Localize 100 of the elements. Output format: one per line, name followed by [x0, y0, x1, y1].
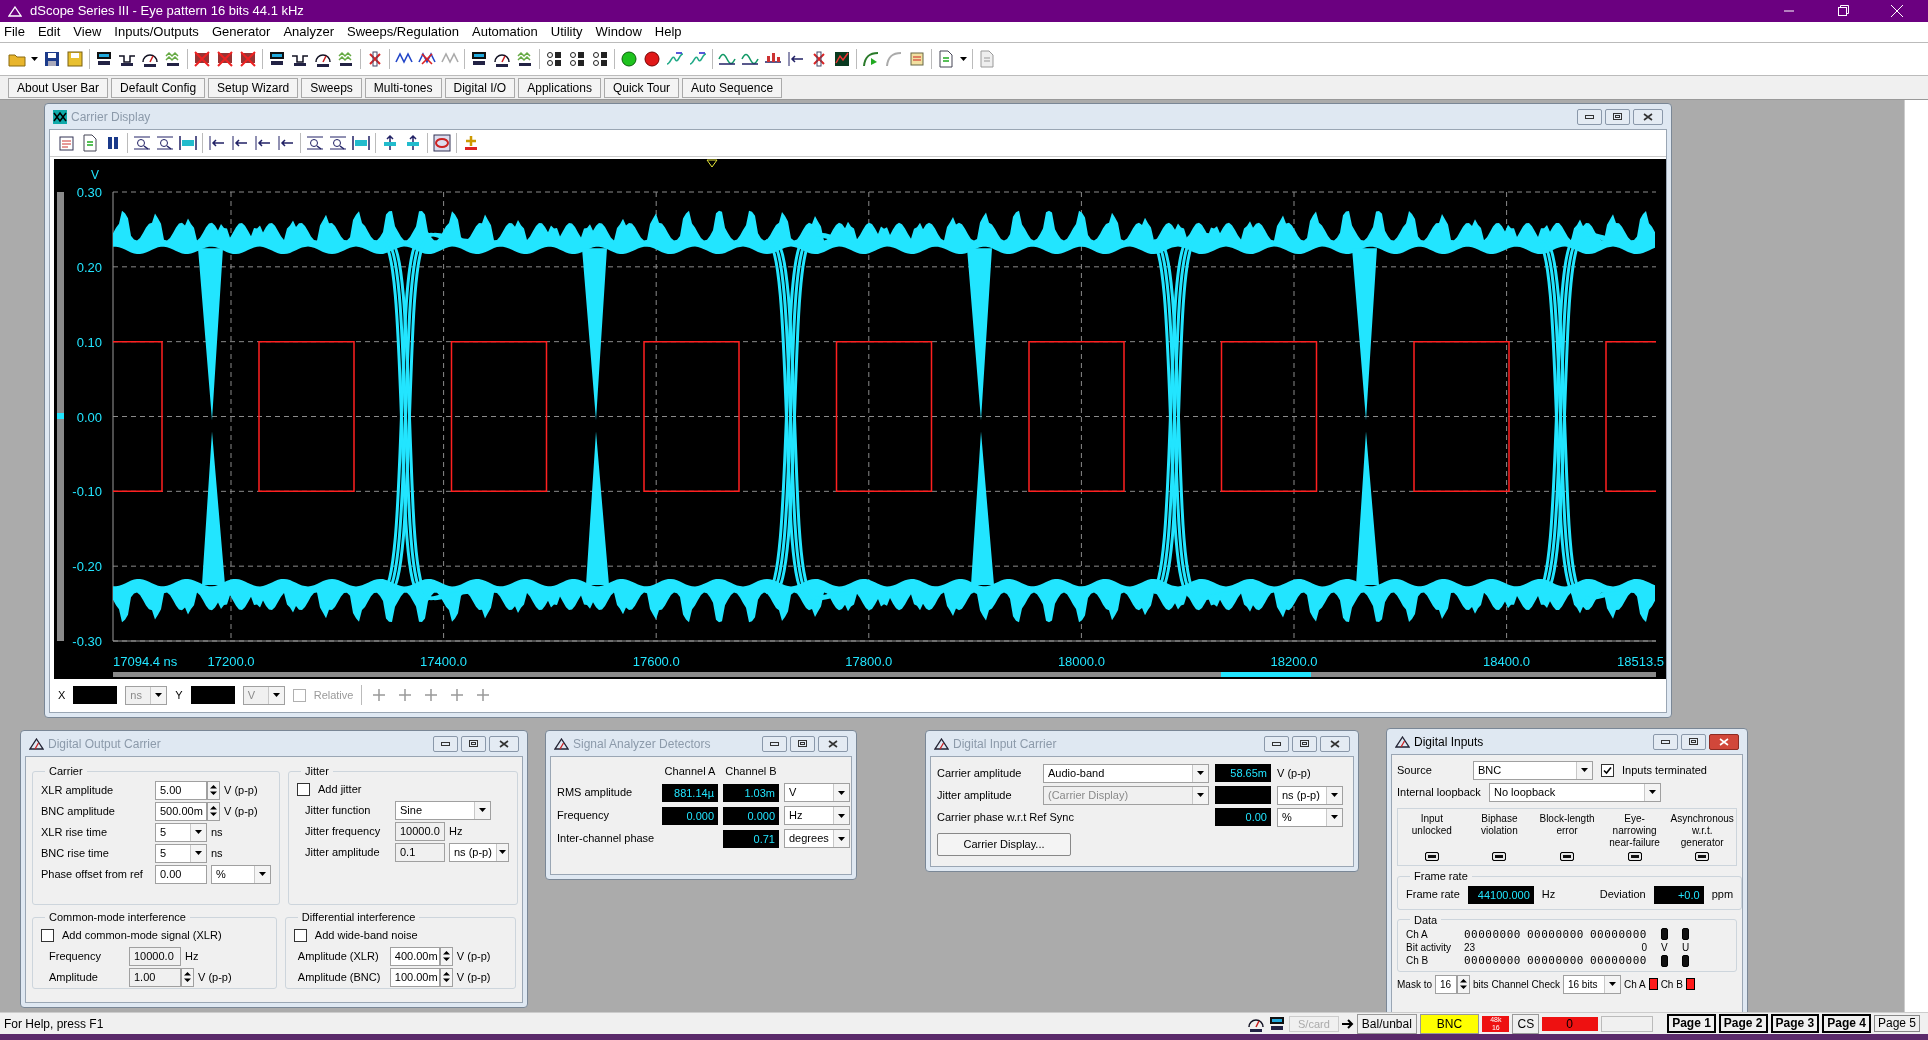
user-bar-button[interactable]: Sweeps: [301, 77, 362, 98]
minimize-button[interactable]: [1653, 733, 1678, 750]
arrow-icon[interactable]: [254, 134, 272, 152]
user-bar-button[interactable]: Multi-tones: [364, 77, 442, 98]
user-bar-button[interactable]: Digital I/O: [444, 77, 516, 98]
sweep-icon[interactable]: [689, 50, 707, 68]
minimize-button[interactable]: [762, 735, 787, 752]
multi-wave-icon[interactable]: [164, 50, 182, 68]
text-field[interactable]: 100.00m: [389, 967, 440, 987]
minimize-button[interactable]: [1264, 735, 1289, 752]
curve-icon[interactable]: [862, 50, 880, 68]
dots-icon[interactable]: [545, 50, 563, 68]
text-field[interactable]: 500.00m: [155, 801, 207, 821]
dropdown[interactable]: V: [784, 783, 850, 802]
dropdown[interactable]: %: [211, 864, 271, 884]
minimize-button[interactable]: [433, 735, 458, 752]
dropdown[interactable]: 5: [155, 822, 207, 842]
ring-icon[interactable]: [433, 134, 451, 152]
menu-item[interactable]: Edit: [37, 22, 61, 42]
trigger-marker-icon[interactable]: [706, 159, 718, 168]
multi-wave-icon[interactable]: [337, 50, 355, 68]
document-icon[interactable]: [81, 134, 99, 152]
dropdown[interactable]: Sine: [395, 800, 491, 820]
dropdown[interactable]: ns (p-p): [1277, 785, 1343, 805]
circle-icon[interactable]: [643, 50, 661, 68]
vertical-scrollbar[interactable]: [1904, 100, 1928, 1012]
crossed-out-icon[interactable]: [216, 50, 234, 68]
spin-button[interactable]: [1457, 974, 1470, 994]
checkbox[interactable]: [41, 929, 54, 942]
dropdown[interactable]: BNC: [1473, 760, 1593, 780]
scrollbar-track[interactable]: [57, 192, 64, 641]
minimize-button[interactable]: [1577, 108, 1602, 125]
sweep-icon[interactable]: [666, 50, 684, 68]
checkbox[interactable]: [297, 783, 310, 796]
display-icon[interactable]: [1268, 1014, 1286, 1033]
text-field[interactable]: 0.00: [155, 864, 207, 884]
menu-item[interactable]: Utility: [550, 22, 583, 42]
menu-item[interactable]: Inputs/Outputs: [114, 22, 199, 42]
carrier-display-button[interactable]: Carrier Display...: [937, 833, 1071, 856]
page-tab[interactable]: Page 3: [1770, 1014, 1820, 1033]
dropdown[interactable]: 5: [155, 843, 207, 863]
fit-icon[interactable]: [179, 134, 197, 152]
page-tab[interactable]: Page 5: [1873, 1015, 1920, 1032]
dots-icon[interactable]: [591, 50, 609, 68]
menu-item[interactable]: Analyzer: [283, 22, 334, 42]
text-field[interactable]: 5.00: [155, 780, 207, 800]
arrows-icon[interactable]: [381, 134, 399, 152]
page-tab[interactable]: Page 4: [1822, 1014, 1871, 1033]
dropdown[interactable]: Hz: [784, 806, 850, 825]
dropdown[interactable]: degrees: [784, 829, 850, 848]
menu-item[interactable]: Window: [595, 22, 642, 42]
crossed-out-icon[interactable]: [239, 50, 257, 68]
user-bar-button[interactable]: About User Bar: [8, 77, 109, 98]
dropdown[interactable]: No loopback: [1489, 782, 1661, 802]
menu-item[interactable]: Automation: [472, 22, 538, 42]
close-button[interactable]: [1320, 735, 1350, 752]
checkbox[interactable]: [292, 688, 306, 702]
zoom-in-icon[interactable]: [329, 134, 347, 152]
zoom-in-icon[interactable]: [156, 134, 174, 152]
arrow-icon[interactable]: [277, 134, 295, 152]
user-bar-button[interactable]: Quick Tour: [603, 77, 680, 98]
user-bar-button[interactable]: Applications: [518, 77, 601, 98]
scrollbar-thumb[interactable]: [57, 413, 64, 419]
dropdown[interactable]: %: [1277, 807, 1343, 827]
arrows-icon[interactable]: [404, 134, 422, 152]
scrollbar-thumb[interactable]: [1221, 672, 1311, 677]
crossed-out-icon[interactable]: [193, 50, 211, 68]
scrollbar-track[interactable]: [113, 672, 1656, 677]
maximize-button[interactable]: [461, 735, 486, 752]
display-icon[interactable]: [95, 50, 113, 68]
display-icon[interactable]: [470, 50, 488, 68]
close-button[interactable]: [1709, 733, 1739, 750]
spin-button[interactable]: [207, 801, 220, 821]
dots-icon[interactable]: [568, 50, 586, 68]
close-button[interactable]: [818, 735, 848, 752]
page-tab[interactable]: Page 1: [1667, 1014, 1716, 1033]
maximize-button[interactable]: [1681, 733, 1706, 750]
zoom-in-icon[interactable]: [306, 134, 324, 152]
zoom-in-icon[interactable]: [133, 134, 151, 152]
notepad-icon[interactable]: [58, 134, 76, 152]
text-field[interactable]: 400.00m: [389, 946, 440, 966]
menu-item[interactable]: Sweeps/Regulation: [347, 22, 460, 42]
plus-icon[interactable]: [462, 134, 480, 152]
dropdown[interactable]: Audio-band: [1043, 763, 1209, 783]
menu-item[interactable]: Help: [654, 22, 682, 42]
display-icon[interactable]: [268, 50, 286, 68]
arrow-icon[interactable]: [231, 134, 249, 152]
save-icon[interactable]: [43, 50, 61, 68]
user-bar-button[interactable]: Setup Wizard: [208, 77, 299, 98]
checkbox[interactable]: [1601, 763, 1614, 777]
maximize-button[interactable]: [1605, 108, 1630, 125]
cross-icon[interactable]: [366, 50, 384, 68]
fit-icon[interactable]: [352, 134, 370, 152]
menu-item[interactable]: File: [4, 22, 25, 42]
menu-item[interactable]: Generator: [211, 22, 271, 42]
document-icon[interactable]: [937, 50, 955, 68]
spin-button[interactable]: [207, 780, 220, 800]
maximize-button[interactable]: [790, 735, 815, 752]
close-button[interactable]: [489, 735, 519, 752]
user-bar-button[interactable]: Auto Sequence: [682, 77, 783, 98]
